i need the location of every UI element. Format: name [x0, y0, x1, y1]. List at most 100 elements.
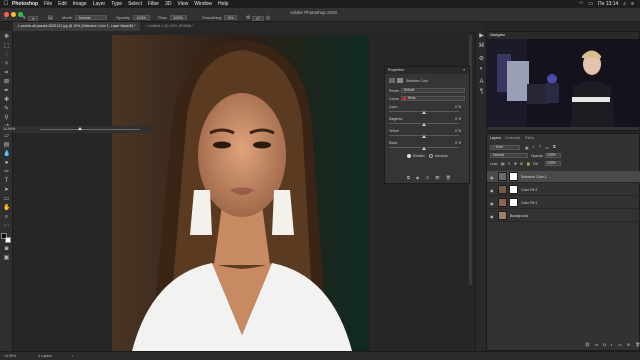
adjustments-icon[interactable]: ◐: [478, 66, 485, 72]
gradient-tool-icon[interactable]: ▤: [3, 142, 10, 148]
filter-smart-icon[interactable]: ⧉: [553, 145, 556, 150]
healing-brush-tool-icon[interactable]: ✚: [3, 97, 10, 103]
cyan-value[interactable]: 0 %: [455, 105, 461, 109]
visibility-eye-icon[interactable]: ◉: [490, 175, 494, 180]
apple-icon[interactable]: : [0, 1, 12, 7]
delete-layer-icon[interactable]: 🗑: [635, 342, 640, 347]
type-tool-icon[interactable]: T: [3, 178, 10, 184]
absolute-radio[interactable]: [429, 154, 433, 158]
menu-select[interactable]: Select: [128, 1, 142, 7]
clock[interactable]: Пн 13:14: [598, 1, 618, 7]
filter-pixel-icon[interactable]: ▣: [525, 145, 529, 150]
new-group-icon[interactable]: ▭: [618, 342, 622, 347]
cyan-slider-knob[interactable]: [422, 111, 426, 114]
lasso-tool-icon[interactable]: ◌: [3, 52, 10, 58]
pen-tool-icon[interactable]: ✑: [3, 169, 10, 175]
yellow-value[interactable]: 0 %: [455, 129, 461, 133]
brush-settings-icon[interactable]: ▤: [48, 15, 53, 21]
gear-icon[interactable]: ⚙: [246, 15, 250, 21]
layer-row-color-fill-2[interactable]: ◉ Color Fill 2: [487, 184, 640, 196]
visibility-eye-icon[interactable]: ◉: [490, 201, 494, 206]
visibility-icon[interactable]: 👁: [435, 175, 440, 180]
brush-preset-icon[interactable]: ✎: [22, 15, 26, 21]
menu-window[interactable]: Window: [194, 1, 212, 7]
black-value[interactable]: 0 %: [455, 141, 461, 145]
menu-view[interactable]: View: [178, 1, 189, 7]
layer-name[interactable]: Selective Color 1: [521, 175, 547, 179]
menu-help[interactable]: Help: [218, 1, 228, 7]
layer-name[interactable]: Background: [510, 214, 528, 218]
navigator-zoom-slider[interactable]: [40, 129, 140, 130]
fill-thumbnail[interactable]: [498, 185, 507, 194]
layer-row-color-fill-1[interactable]: ◉ Color Fill 1: [487, 197, 640, 209]
menu-3d[interactable]: 3D: [165, 1, 171, 7]
navigator-zoom-value[interactable]: 14.99%: [3, 127, 15, 131]
filter-adjustment-icon[interactable]: ◐: [533, 145, 535, 150]
cyan-slider[interactable]: [389, 111, 459, 114]
filter-shape-icon[interactable]: ▭: [545, 145, 549, 150]
move-tool-icon[interactable]: ✥: [3, 34, 10, 40]
black-slider-knob[interactable]: [422, 147, 426, 150]
preset-select[interactable]: Default: [401, 88, 465, 93]
crop-tool-icon[interactable]: ⌗: [3, 70, 10, 76]
layer-opacity-field[interactable]: 100%: [545, 153, 561, 158]
marquee-tool-icon[interactable]: ⬚: [3, 43, 10, 49]
opacity-field[interactable]: 100%: [132, 15, 150, 20]
menu-image[interactable]: Image: [73, 1, 87, 7]
lock-paint-icon[interactable]: ✎: [508, 161, 511, 166]
magenta-value[interactable]: 0 %: [455, 117, 461, 121]
menu-layer[interactable]: Layer: [93, 1, 106, 7]
link-layers-icon[interactable]: ⛓: [585, 342, 590, 347]
tab-channels[interactable]: Channels: [505, 136, 520, 140]
properties-header[interactable]: Properties ≡: [385, 67, 469, 74]
panel-menu-icon[interactable]: ≡: [463, 67, 465, 74]
filter-type-icon[interactable]: T: [539, 145, 541, 150]
trash-icon[interactable]: 🗑: [446, 175, 451, 180]
more-tools-icon[interactable]: ⋯: [3, 223, 10, 229]
tab-document-2[interactable]: × Untitled-1 @ 100% (RGB/8) *: [140, 22, 199, 31]
home-icon[interactable]: ⌂: [4, 15, 7, 21]
menu-edit[interactable]: Edit: [58, 1, 67, 7]
minimize-window-button[interactable]: [11, 12, 16, 17]
relative-radio[interactable]: [407, 154, 411, 158]
brush-size-picker[interactable]: ▾: [28, 15, 38, 21]
clip-to-layer-icon[interactable]: ⧉: [407, 175, 410, 180]
adjustment-thumbnail[interactable]: [498, 172, 507, 181]
search-icon[interactable]: ⌕: [623, 1, 626, 7]
clone-stamp-tool-icon[interactable]: ⚲: [3, 115, 10, 121]
dodge-tool-icon[interactable]: ●: [3, 160, 10, 166]
eraser-tool-icon[interactable]: ▱: [3, 133, 10, 139]
filter-kind-select[interactable]: ⌕ Kind: [490, 145, 520, 150]
colors-select[interactable]: Reds: [401, 96, 465, 101]
layer-mask-thumbnail[interactable]: [509, 172, 518, 181]
fx-icon[interactable]: fx: [595, 342, 598, 347]
pressure-icon[interactable]: ◎: [266, 15, 270, 21]
view-previous-icon[interactable]: ◉: [416, 175, 420, 180]
menu-filter[interactable]: Filter: [148, 1, 159, 7]
new-layer-icon[interactable]: ⊞: [627, 342, 630, 347]
angle-field[interactable]: 0°: [252, 15, 264, 21]
black-slider[interactable]: [389, 147, 459, 150]
layer-row-background[interactable]: ◉ Background: [487, 210, 640, 222]
layer-mask-thumbnail[interactable]: [509, 185, 518, 194]
navigator-header[interactable]: Navigator: [487, 32, 639, 39]
smoothing-field[interactable]: 0%: [224, 15, 238, 20]
layer-name[interactable]: Color Fill 1: [521, 201, 537, 205]
mode-select[interactable]: Normal: [75, 15, 108, 20]
paragraph-icon[interactable]: ¶: [478, 89, 485, 95]
layer-row-selective-color[interactable]: ◉ Selective Color 1: [487, 171, 640, 183]
path-select-tool-icon[interactable]: ➤: [3, 187, 10, 193]
background-color-swatch[interactable]: [5, 237, 11, 243]
lock-pixels-icon[interactable]: ▦: [501, 161, 505, 166]
tab-paths[interactable]: Paths: [525, 136, 534, 140]
lock-artboard-icon[interactable]: ⊞: [520, 161, 523, 166]
layer-mask-thumbnail[interactable]: [509, 198, 518, 207]
background-thumbnail[interactable]: [498, 211, 507, 220]
brush-tool-icon[interactable]: ✎: [3, 106, 10, 112]
visibility-eye-icon[interactable]: ◉: [490, 188, 494, 193]
hand-tool-icon[interactable]: ✋: [3, 205, 10, 211]
tab-layers[interactable]: Layers: [490, 136, 501, 140]
lock-all-icon[interactable]: 🔒: [526, 161, 531, 166]
fill-field[interactable]: 100%: [545, 161, 561, 166]
quick-select-tool-icon[interactable]: ✧: [3, 61, 10, 67]
